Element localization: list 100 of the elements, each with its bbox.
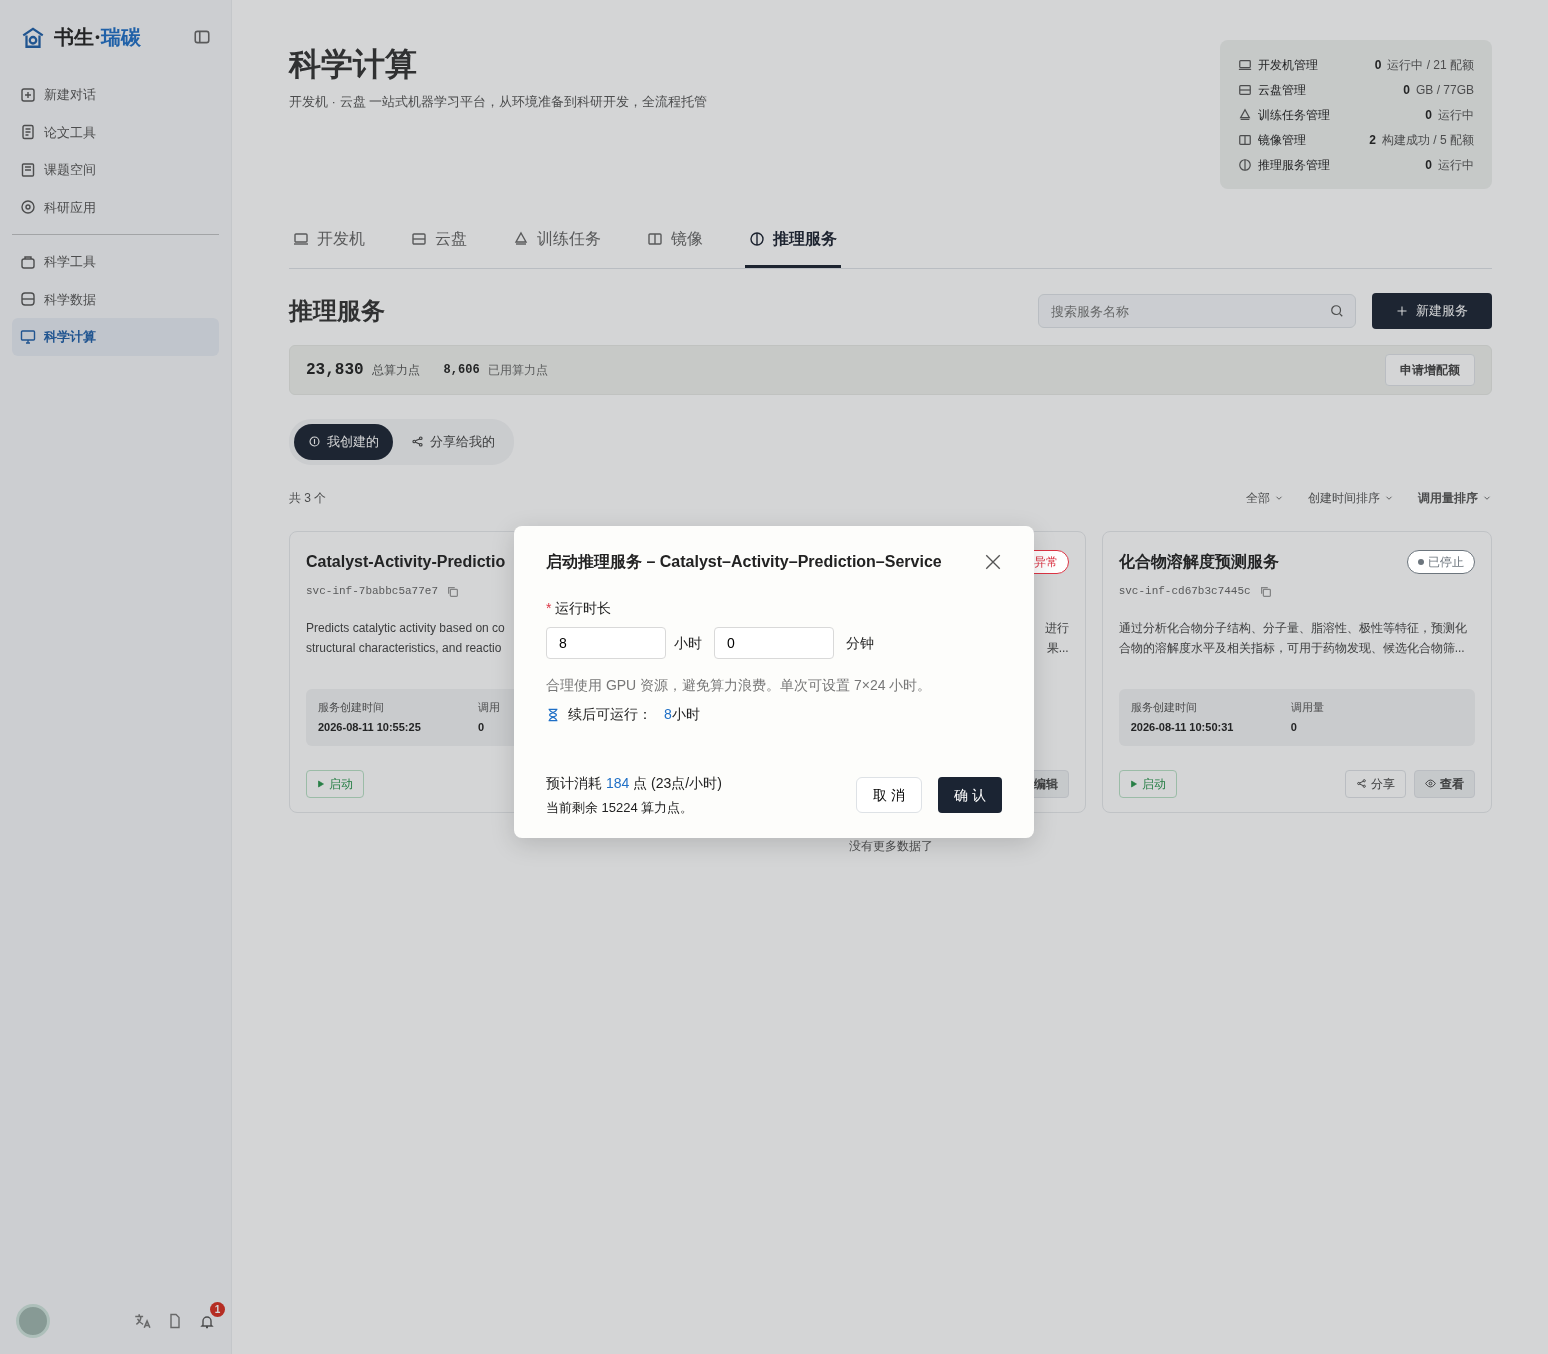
logo-text: 书生·瑞碳 bbox=[54, 24, 141, 51]
circle-icon bbox=[308, 435, 321, 449]
service-description: Predicts catalytic activity based on co structural characteristics, and reactio bbox=[306, 619, 505, 657]
stat-detail: 运行中 / 21 配额 bbox=[1387, 56, 1474, 74]
service-title: 化合物溶解度预测服务 bbox=[1118, 551, 1279, 572]
triangle-icon bbox=[1238, 107, 1252, 122]
tab[interactable]: 训练任务 bbox=[509, 215, 605, 268]
split-box-icon bbox=[647, 231, 663, 247]
search-field[interactable]: 搜索服务名称 bbox=[1038, 294, 1356, 328]
dialog-title: 启动推理服务 – Catalyst–Activity–Prediction–Service bbox=[546, 552, 942, 572]
stat-detail: GB / 77GB bbox=[1415, 81, 1474, 99]
sort-by-time-button[interactable]: 创建时间排序 bbox=[1308, 488, 1394, 507]
sidebar-item[interactable]: 课题空间 bbox=[12, 151, 219, 189]
sidebar-item[interactable]: 科学工具 bbox=[12, 243, 219, 281]
storage-icon bbox=[1238, 82, 1252, 97]
hours-input[interactable]: 8 bbox=[546, 627, 666, 659]
sidebar-item[interactable]: 科学数据 bbox=[12, 280, 219, 318]
section-title: 推理服务 bbox=[289, 295, 385, 327]
page-subtitle: 开发机 · 云盘 一站式机器学习平台，从环境准备到科研开发，全流程托管 bbox=[289, 93, 708, 111]
stat-detail: 运行中 bbox=[1438, 156, 1474, 174]
sidebar-item[interactable]: 科学计算 bbox=[12, 318, 219, 356]
copy-icon[interactable] bbox=[1258, 584, 1273, 599]
apply-quota-button[interactable]: 申请增配额 bbox=[1385, 354, 1475, 386]
hourglass-icon bbox=[546, 707, 560, 722]
share-icon bbox=[411, 435, 424, 449]
split-box-icon bbox=[1238, 132, 1252, 147]
sidebar-item[interactable]: 新建对话 bbox=[12, 76, 219, 114]
item-count: 共 3 个 bbox=[289, 489, 327, 507]
status-badge: 已停止 bbox=[1407, 549, 1475, 574]
share-button[interactable]: 分享 bbox=[1345, 769, 1406, 798]
stat-label: 开发机管理 bbox=[1258, 56, 1319, 74]
sidebar-toggle-icon[interactable] bbox=[193, 28, 211, 46]
plus-square-icon bbox=[20, 86, 36, 103]
stat-label: 云盘管理 bbox=[1258, 81, 1307, 99]
bell-icon bbox=[199, 1313, 215, 1330]
view-button[interactable]: 查看 bbox=[1414, 769, 1475, 798]
field-label: * 运行时长 bbox=[546, 599, 613, 618]
storage-icon bbox=[411, 231, 427, 247]
book-icon bbox=[20, 161, 36, 178]
stat-label: 推理服务管理 bbox=[1258, 156, 1331, 174]
notification-badge: 1 bbox=[210, 1301, 225, 1317]
stat-value: 0 bbox=[1425, 106, 1432, 124]
service-description: 进行 果... bbox=[1044, 619, 1069, 657]
sidebar-item[interactable]: 科研应用 bbox=[12, 188, 219, 226]
service-description: 通过分析化合物分子结构、分子量、脂溶性、极性等特征，预测化 合物的溶解度水平及相关指标，可用于药物发现、候选化合物筛... bbox=[1118, 619, 1467, 657]
copy-icon[interactable] bbox=[446, 584, 461, 599]
call-count: 0 bbox=[478, 720, 486, 735]
segment-tab[interactable]: 我创建的 bbox=[294, 424, 393, 460]
tab[interactable]: 开发机 bbox=[289, 215, 369, 268]
call-count: 0 bbox=[1290, 720, 1298, 735]
document-icon bbox=[167, 1313, 183, 1329]
sort-by-calls-button[interactable]: 调用量排序 bbox=[1418, 488, 1492, 507]
stat-detail: 构建成功 / 5 配额 bbox=[1382, 131, 1474, 149]
meta-label: 调用量 bbox=[1290, 699, 1324, 715]
stat-value: 0 bbox=[1374, 56, 1382, 74]
half-circle-icon bbox=[749, 231, 765, 247]
status-dot bbox=[1418, 558, 1424, 565]
sidebar-item[interactable]: 论文工具 bbox=[12, 113, 219, 151]
remaining-points: 当前剩余 15224 算力点。 bbox=[546, 799, 695, 817]
created-time: 2026-08-11 10:50:31 bbox=[1130, 720, 1235, 735]
filter-dropdown[interactable]: 全部 bbox=[1246, 488, 1284, 507]
laptop-icon bbox=[1238, 57, 1252, 72]
stat-detail: 运行中 bbox=[1438, 106, 1474, 124]
tab[interactable]: 云盘 bbox=[407, 215, 471, 268]
close-button[interactable] bbox=[984, 553, 1002, 571]
tab[interactable]: 推理服务 bbox=[745, 215, 841, 268]
stat-label: 训练任务管理 bbox=[1258, 106, 1331, 124]
cancel-button[interactable]: 取 消 bbox=[856, 777, 923, 814]
stat-value: 0 bbox=[1403, 81, 1410, 99]
tab[interactable]: 镜像 bbox=[643, 215, 707, 268]
half-circle-icon bbox=[1238, 157, 1252, 172]
avatar[interactable] bbox=[16, 1304, 50, 1338]
end-of-list-text: 没有更多数据了 bbox=[847, 837, 934, 855]
play-icon bbox=[317, 779, 325, 788]
segment-tab[interactable]: 分享给我的 bbox=[397, 424, 509, 460]
page-title: 科学计算 bbox=[289, 44, 418, 85]
circle-icon bbox=[20, 199, 36, 216]
meta-label: 服务创建时间 bbox=[1130, 699, 1198, 715]
toolbox-icon bbox=[20, 253, 36, 270]
database-icon bbox=[20, 291, 36, 308]
meta-label: 服务创建时间 bbox=[318, 699, 385, 715]
cost-estimate: 预计消耗 184 点 (23点/小时) bbox=[546, 774, 722, 793]
quota-total: 23,830 bbox=[306, 360, 364, 381]
stat-value: 2 bbox=[1369, 131, 1376, 149]
new-service-button[interactable]: 新建服务 bbox=[1372, 293, 1492, 329]
quota-used-label: 已用算力点 bbox=[487, 362, 548, 379]
start-button[interactable]: 启动 bbox=[1118, 769, 1177, 798]
share-icon bbox=[1356, 778, 1367, 789]
service-title: Catalyst-Activity-Predictio bbox=[306, 551, 506, 572]
document-icon bbox=[20, 124, 36, 141]
search-icon bbox=[1330, 304, 1344, 318]
unit-label: 小时 bbox=[674, 633, 702, 653]
laptop-icon bbox=[293, 231, 309, 247]
service-id: svc-inf-cd67b3c7445c bbox=[1118, 584, 1251, 600]
start-button[interactable]: 启动 bbox=[306, 769, 364, 798]
monitor-icon bbox=[20, 328, 36, 345]
service-id: svc-inf-7babbc5a77e7 bbox=[306, 584, 439, 600]
confirm-button[interactable]: 确 认 bbox=[938, 777, 1002, 814]
minutes-input[interactable]: 0 bbox=[714, 627, 834, 659]
translate-icon bbox=[133, 1312, 151, 1330]
